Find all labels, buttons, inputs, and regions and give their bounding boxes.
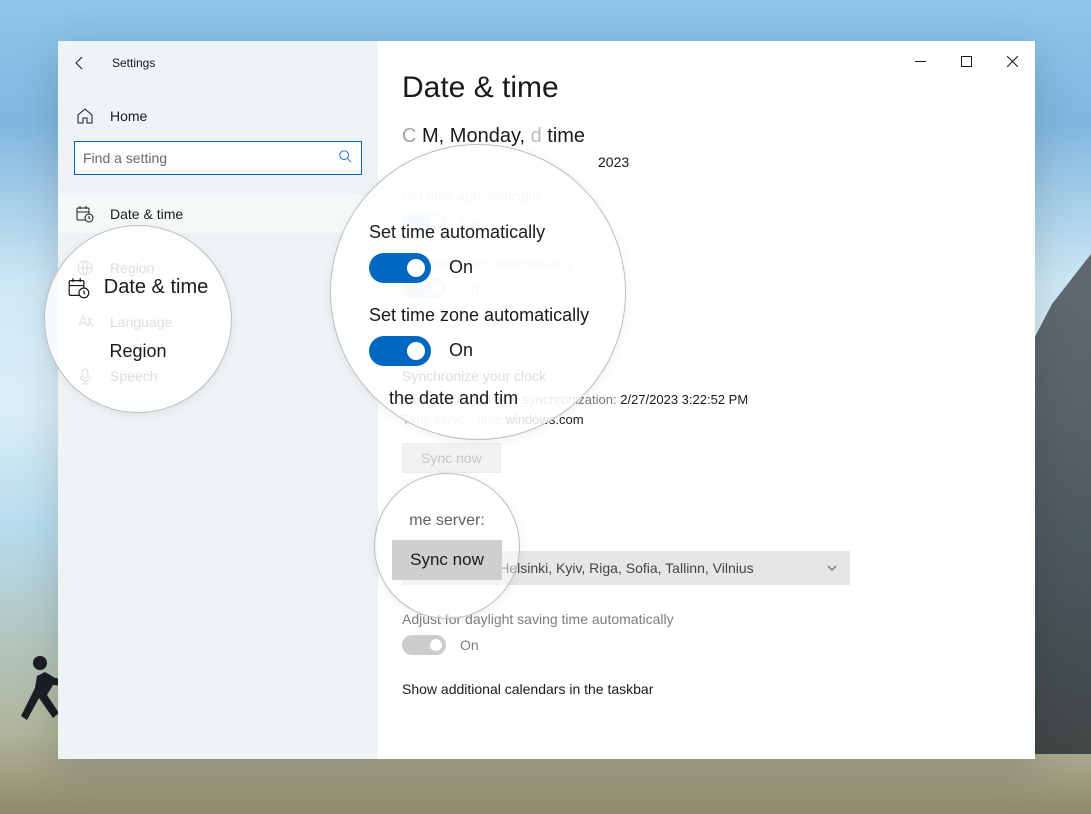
chevron-down-icon	[826, 562, 838, 574]
sidebar: Settings Home Date & time Region	[58, 41, 378, 759]
sync-section: Synchronize your clock Last successful t…	[402, 368, 1015, 473]
search-input[interactable]	[74, 141, 362, 175]
globe-icon	[76, 259, 94, 277]
dst-label: Adjust for daylight saving time automati…	[402, 611, 1015, 627]
sidebar-item-speech[interactable]: Speech	[58, 357, 378, 395]
current-year: 2023	[402, 154, 1015, 170]
sidebar-item-label: Language	[110, 314, 172, 330]
dst-state: On	[460, 637, 479, 653]
sidebar-item-language[interactable]: Language	[58, 303, 378, 341]
search-container	[58, 135, 378, 187]
app-title: Settings	[112, 56, 155, 70]
search-icon	[338, 149, 352, 163]
content-pane: Date & time C M, Monday, d time 2023 Set…	[378, 41, 1035, 759]
window-controls	[897, 41, 1035, 81]
sidebar-item-region[interactable]: Region	[58, 249, 378, 287]
timezone-select[interactable]: (UTC+02:00) Helsinki, Kyiv, Riga, Sofia,…	[402, 551, 850, 585]
sync-heading: Synchronize your clock	[402, 368, 1015, 384]
set-time-auto-label: Set time automatically	[402, 188, 1015, 204]
sync-last: Last successful time synchronization: 2/…	[402, 390, 1015, 410]
sidebar-item-label: Speech	[110, 368, 157, 384]
settings-window: Settings Home Date & time Region	[58, 41, 1035, 759]
current-date-heading: C M, Monday, d time	[402, 125, 1015, 148]
home-label: Home	[110, 108, 147, 124]
minimize-button[interactable]	[897, 41, 943, 81]
set-time-auto-toggle[interactable]	[402, 212, 446, 232]
sidebar-item-label: Region	[110, 260, 154, 276]
timezone-value: (UTC+02:00) Helsinki, Kyiv, Riga, Sofia,…	[414, 560, 754, 576]
home-nav[interactable]: Home	[58, 97, 378, 135]
calendar-clock-icon	[76, 205, 94, 223]
additional-calendars-label: Show additional calendars in the taskbar	[402, 681, 1015, 697]
microphone-icon	[76, 367, 94, 385]
home-icon	[76, 107, 94, 125]
sidebar-item-date-time[interactable]: Date & time	[58, 195, 378, 233]
set-tz-auto-state: On	[460, 280, 479, 296]
sidebar-item-label: Date & time	[110, 206, 183, 222]
back-button[interactable]	[72, 55, 88, 71]
titlebar: Settings	[58, 41, 378, 85]
dst-toggle	[402, 635, 446, 655]
sync-server: Time server: time.windows.com	[402, 410, 1015, 430]
language-icon	[76, 313, 94, 331]
set-time-auto-state: On	[460, 214, 479, 230]
set-tz-auto-toggle[interactable]	[402, 278, 446, 298]
maximize-button[interactable]	[943, 41, 989, 81]
set-tz-auto-label: Set time zone automatically	[402, 254, 1015, 270]
sync-now-button[interactable]: Sync now	[402, 443, 501, 473]
close-button[interactable]	[989, 41, 1035, 81]
